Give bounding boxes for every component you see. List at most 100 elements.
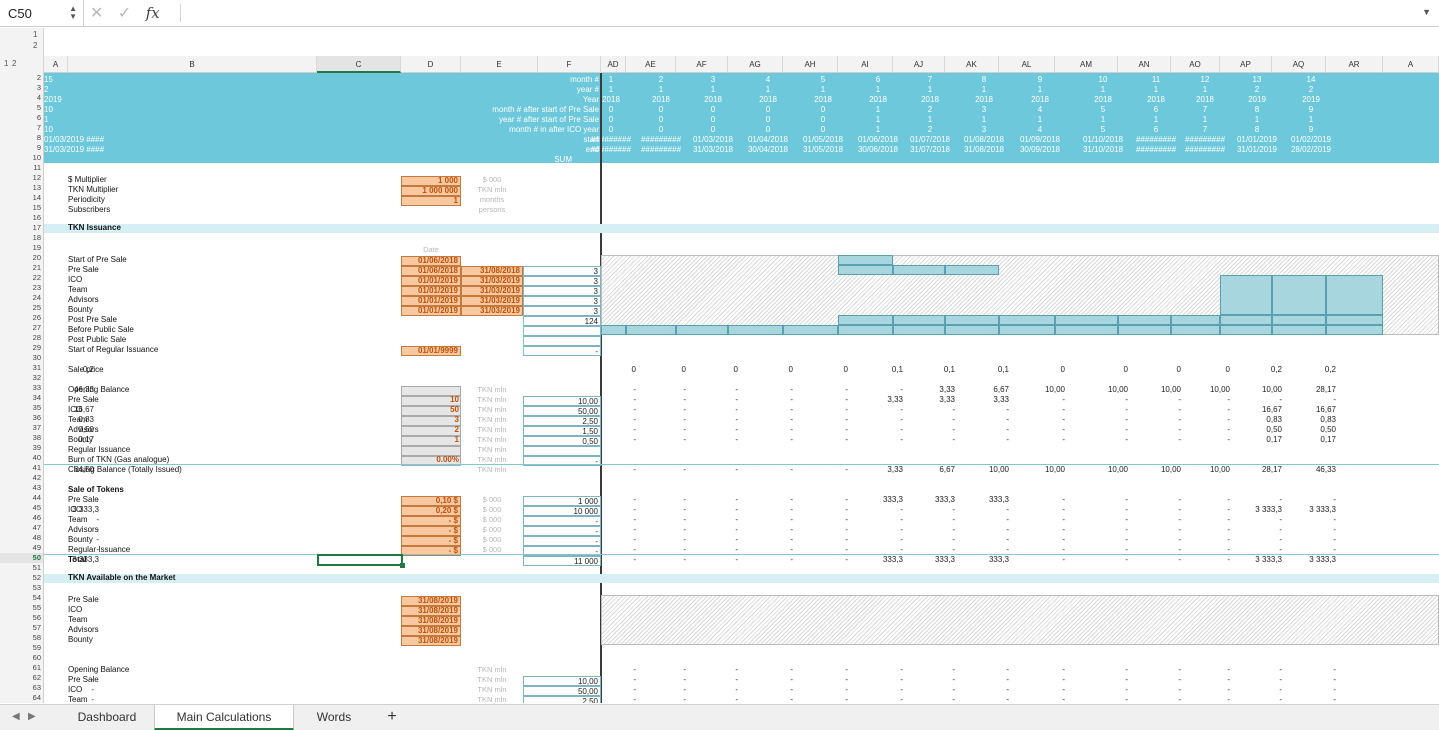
row-header-43[interactable]: 43 — [0, 483, 43, 493]
col-header-e[interactable]: E — [461, 56, 538, 73]
row-header-9[interactable]: 9 — [0, 143, 43, 153]
sheet-grid[interactable]: month # year # Year month # after start of … — [44, 73, 1439, 703]
row-header-63[interactable]: 63 — [0, 683, 43, 693]
col-outline-level-2[interactable]: 2 — [12, 59, 16, 68]
col-header-a[interactable]: A — [1383, 56, 1439, 73]
row-header-21[interactable]: 21 — [0, 263, 43, 273]
param-input[interactable]: 1 000 000 — [401, 186, 461, 196]
row-header-56[interactable]: 56 — [0, 613, 43, 623]
row-header-3[interactable]: 3 — [0, 83, 43, 93]
market-date[interactable]: 31/08/2019 — [401, 596, 461, 606]
row-outline-level-2[interactable]: 2 — [33, 41, 37, 50]
row-header-64[interactable]: 64 — [0, 693, 43, 703]
row-header-24[interactable]: 24 — [0, 293, 43, 303]
col-header-ap[interactable]: AP — [1220, 56, 1272, 73]
row-header-26[interactable]: 26 — [0, 313, 43, 323]
row-header-38[interactable]: 38 — [0, 433, 43, 443]
row-header-45[interactable]: 45 — [0, 503, 43, 513]
row-header-57[interactable]: 57 — [0, 623, 43, 633]
col-outline-level-1[interactable]: 1 — [4, 59, 8, 68]
row-header-16[interactable]: 16 — [0, 213, 43, 223]
market-date[interactable]: 31/08/2019 — [401, 606, 461, 616]
row-header-19[interactable]: 19 — [0, 243, 43, 253]
market-date[interactable]: 31/08/2019 — [401, 626, 461, 636]
col-header-aj[interactable]: AJ — [893, 56, 945, 73]
tab-dashboard[interactable]: Dashboard — [62, 705, 152, 730]
row-header-50[interactable]: 50 — [0, 553, 43, 563]
row-header-32[interactable]: 32 — [0, 373, 43, 383]
balance-input[interactable]: 1 — [401, 436, 461, 446]
param-input[interactable]: 1 000 — [401, 176, 461, 186]
issuance-start-date[interactable]: 01/01/2019 — [401, 306, 461, 316]
col-header-a[interactable]: A — [44, 56, 68, 73]
col-header-d[interactable]: D — [401, 56, 461, 73]
issuance-start-date[interactable]: 01/01/2019 — [401, 286, 461, 296]
row-header-35[interactable]: 35 — [0, 403, 43, 413]
row-header-30[interactable]: 30 — [0, 353, 43, 363]
row-outline-level-1[interactable]: 1 — [33, 30, 37, 39]
row-header-40[interactable]: 40 — [0, 453, 43, 463]
name-box-spinner-icon[interactable]: ▲ ▼ — [69, 5, 77, 21]
col-header-b[interactable]: B — [68, 56, 317, 73]
col-header-c[interactable]: C — [317, 56, 401, 73]
row-header-17[interactable]: 17 — [0, 223, 43, 233]
sale-price-input[interactable]: - $ — [401, 536, 461, 546]
col-header-ae[interactable]: AE — [626, 56, 676, 73]
issuance-end-date[interactable]: 31/03/2019 — [461, 286, 523, 296]
row-header-53[interactable]: 53 — [0, 583, 43, 593]
row-header-59[interactable]: 59 — [0, 643, 43, 653]
row-header-2[interactable]: 2 — [0, 73, 43, 83]
balance-input[interactable]: 50 — [401, 406, 461, 416]
row-header-23[interactable]: 23 — [0, 283, 43, 293]
row-header-49[interactable]: 49 — [0, 543, 43, 553]
function-icon[interactable]: fx — [146, 4, 160, 22]
row-header-58[interactable]: 58 — [0, 633, 43, 643]
row-header-62[interactable]: 62 — [0, 673, 43, 683]
row-header-22[interactable]: 22 — [0, 273, 43, 283]
row-header-37[interactable]: 37 — [0, 423, 43, 433]
row-header-15[interactable]: 15 — [0, 203, 43, 213]
issuance-end-date[interactable]: 31/03/2019 — [461, 296, 523, 306]
row-header-34[interactable]: 34 — [0, 393, 43, 403]
issuance-end-date[interactable]: 31/03/2019 — [461, 276, 523, 286]
row-header-14[interactable]: 14 — [0, 193, 43, 203]
row-header-48[interactable]: 48 — [0, 533, 43, 543]
balance-input[interactable]: 2 — [401, 426, 461, 436]
col-header-af[interactable]: AF — [676, 56, 728, 73]
add-sheet-button[interactable]: + — [374, 705, 410, 730]
row-header-47[interactable]: 47 — [0, 523, 43, 533]
sale-price-input[interactable]: 0,20 $ — [401, 506, 461, 516]
issuance-start-date[interactable]: 01/06/2018 — [401, 256, 461, 266]
row-header-5[interactable]: 5 — [0, 103, 43, 113]
market-date[interactable]: 31/08/2019 — [401, 636, 461, 646]
row-header-13[interactable]: 13 — [0, 183, 43, 193]
row-header-54[interactable]: 54 — [0, 593, 43, 603]
row-header-33[interactable]: 33 — [0, 383, 43, 393]
issuance-start-date[interactable]: 01/06/2018 — [401, 266, 461, 276]
row-header-27[interactable]: 27 — [0, 323, 43, 333]
row-header-39[interactable]: 39 — [0, 443, 43, 453]
col-header-ai[interactable]: AI — [838, 56, 893, 73]
next-sheet-icon[interactable]: ▶ — [28, 711, 36, 722]
row-header-25[interactable]: 25 — [0, 303, 43, 313]
market-date[interactable]: 31/08/2019 — [401, 616, 461, 626]
row-header-6[interactable]: 6 — [0, 113, 43, 123]
sale-price-input[interactable]: 0,10 $ — [401, 496, 461, 506]
row-header-31[interactable]: 31 — [0, 363, 43, 373]
row-header-4[interactable]: 4 — [0, 93, 43, 103]
col-header-aq[interactable]: AQ — [1272, 56, 1326, 73]
col-header-al[interactable]: AL — [999, 56, 1055, 73]
formula-expand-icon[interactable]: ▼ — [1422, 7, 1431, 17]
row-header-55[interactable]: 55 — [0, 603, 43, 613]
row-header-51[interactable]: 51 — [0, 563, 43, 573]
row-header-42[interactable]: 42 — [0, 473, 43, 483]
col-header-ao[interactable]: AO — [1171, 56, 1220, 73]
tab-main-calculations[interactable]: Main Calculations — [154, 705, 294, 730]
row-header-28[interactable]: 28 — [0, 333, 43, 343]
issuance-end-date[interactable]: 31/03/2019 — [461, 306, 523, 316]
row-header-12[interactable]: 12 — [0, 173, 43, 183]
col-header-ah[interactable]: AH — [783, 56, 838, 73]
row-header-36[interactable]: 36 — [0, 413, 43, 423]
col-header-ag[interactable]: AG — [728, 56, 783, 73]
sale-price-input[interactable]: - $ — [401, 526, 461, 536]
